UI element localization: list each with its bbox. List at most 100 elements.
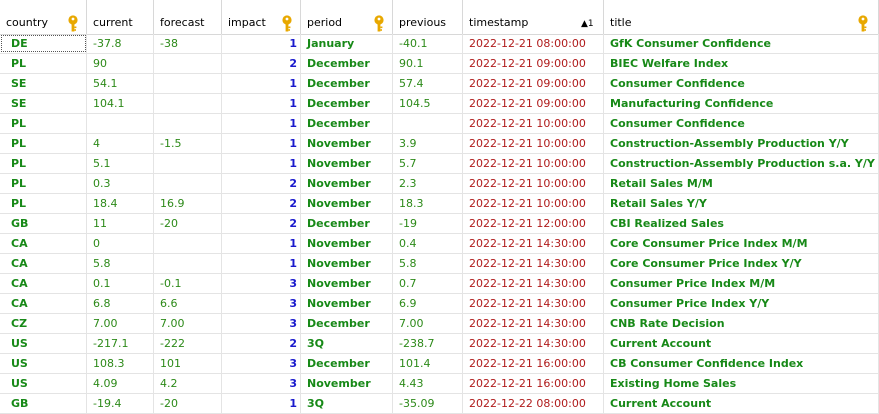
- cell-period[interactable]: December: [301, 94, 393, 113]
- table-row[interactable]: CA 6.8 6.6 3 November 6.9 2022-12-21 14:30:00 C…: [0, 294, 879, 314]
- cell-timestamp[interactable]: 2022-12-21 14:30:00: [463, 334, 604, 353]
- cell-current[interactable]: 7.00: [87, 314, 154, 333]
- cell-country[interactable]: US: [0, 334, 87, 353]
- cell-current[interactable]: 108.3: [87, 354, 154, 373]
- cell-title[interactable]: Consumer Price Index M/M: [604, 274, 879, 293]
- cell-period[interactable]: November: [301, 274, 393, 293]
- cell-impact[interactable]: 1: [222, 234, 301, 253]
- cell-impact[interactable]: 3: [222, 274, 301, 293]
- cell-title[interactable]: Manufacturing Confidence: [604, 94, 879, 113]
- table-row[interactable]: US -217.1 -222 2 3Q -238.7 2022-12-21 14:30:00…: [0, 334, 879, 354]
- cell-previous[interactable]: 7.00: [393, 314, 463, 333]
- cell-impact[interactable]: 1: [222, 114, 301, 133]
- cell-country[interactable]: CA: [0, 234, 87, 253]
- cell-forecast[interactable]: [154, 74, 222, 93]
- table-row[interactable]: PL 4 -1.5 1 November 3.9 2022-12-21 10:00:00 Co…: [0, 134, 879, 154]
- cell-period[interactable]: December: [301, 214, 393, 233]
- column-header-title[interactable]: title: [604, 0, 879, 34]
- cell-timestamp[interactable]: 2022-12-21 09:00:00: [463, 54, 604, 73]
- cell-period[interactable]: January: [301, 34, 393, 53]
- cell-title[interactable]: Consumer Confidence: [604, 114, 879, 133]
- cell-forecast[interactable]: 16.9: [154, 194, 222, 213]
- cell-current[interactable]: 54.1: [87, 74, 154, 93]
- table-row[interactable]: PL 18.4 16.9 2 November 18.3 2022-12-21 10:00:…: [0, 194, 879, 214]
- cell-impact[interactable]: 1: [222, 74, 301, 93]
- cell-forecast[interactable]: [154, 154, 222, 173]
- cell-previous[interactable]: 104.5: [393, 94, 463, 113]
- cell-title[interactable]: GfK Consumer Confidence: [604, 34, 879, 53]
- cell-current[interactable]: 11: [87, 214, 154, 233]
- cell-country[interactable]: PL: [0, 154, 87, 173]
- cell-impact[interactable]: 1: [222, 254, 301, 273]
- cell-timestamp[interactable]: 2022-12-21 16:00:00: [463, 354, 604, 373]
- cell-current[interactable]: 104.1: [87, 94, 154, 113]
- table-row[interactable]: PL 0.3 2 November 2.3 2022-12-21 10:00:00 Reta…: [0, 174, 879, 194]
- cell-title[interactable]: Construction-Assembly Production Y/Y: [604, 134, 879, 153]
- cell-forecast[interactable]: -1.5: [154, 134, 222, 153]
- cell-forecast[interactable]: -0.1: [154, 274, 222, 293]
- cell-period[interactable]: November: [301, 194, 393, 213]
- cell-forecast[interactable]: -222: [154, 334, 222, 353]
- column-header-previous[interactable]: previous: [393, 0, 463, 34]
- cell-title[interactable]: Current Account: [604, 334, 879, 353]
- cell-previous[interactable]: 5.7: [393, 154, 463, 173]
- cell-title[interactable]: BIEC Welfare Index: [604, 54, 879, 73]
- cell-impact[interactable]: 2: [222, 214, 301, 233]
- cell-timestamp[interactable]: 2022-12-21 16:00:00: [463, 374, 604, 393]
- cell-forecast[interactable]: [154, 174, 222, 193]
- cell-current[interactable]: 18.4: [87, 194, 154, 213]
- cell-country[interactable]: SE: [0, 94, 87, 113]
- cell-period[interactable]: November: [301, 154, 393, 173]
- cell-previous[interactable]: 0.7: [393, 274, 463, 293]
- cell-country[interactable]: DE: [0, 34, 87, 53]
- table-row[interactable]: CA 5.8 1 November 5.8 2022-12-21 14:30:00 Core…: [0, 254, 879, 274]
- cell-forecast[interactable]: -38: [154, 34, 222, 53]
- cell-country[interactable]: GB: [0, 394, 87, 413]
- cell-current[interactable]: 90: [87, 54, 154, 73]
- cell-period[interactable]: November: [301, 294, 393, 313]
- cell-forecast[interactable]: [154, 254, 222, 273]
- cell-previous[interactable]: 3.9: [393, 134, 463, 153]
- cell-timestamp[interactable]: 2022-12-21 10:00:00: [463, 174, 604, 193]
- cell-impact[interactable]: 1: [222, 34, 301, 53]
- cell-current[interactable]: -217.1: [87, 334, 154, 353]
- cell-impact[interactable]: 1: [222, 94, 301, 113]
- cell-period[interactable]: December: [301, 74, 393, 93]
- cell-current[interactable]: 0: [87, 234, 154, 253]
- cell-country[interactable]: PL: [0, 194, 87, 213]
- table-row[interactable]: US 108.3 101 3 December 101.4 2022-12-21 16:00…: [0, 354, 879, 374]
- cell-impact[interactable]: 1: [222, 154, 301, 173]
- cell-impact[interactable]: 2: [222, 194, 301, 213]
- cell-current[interactable]: -19.4: [87, 394, 154, 413]
- cell-previous[interactable]: -40.1: [393, 34, 463, 53]
- cell-title[interactable]: CB Consumer Confidence Index: [604, 354, 879, 373]
- cell-title[interactable]: Consumer Price Index Y/Y: [604, 294, 879, 313]
- cell-period[interactable]: 3Q: [301, 394, 393, 413]
- cell-timestamp[interactable]: 2022-12-21 14:30:00: [463, 234, 604, 253]
- cell-country[interactable]: PL: [0, 134, 87, 153]
- cell-previous[interactable]: -19: [393, 214, 463, 233]
- cell-current[interactable]: 0.1: [87, 274, 154, 293]
- cell-forecast[interactable]: [154, 54, 222, 73]
- table-row[interactable]: CA 0 1 November 0.4 2022-12-21 14:30:00 Core C…: [0, 234, 879, 254]
- cell-forecast[interactable]: [154, 94, 222, 113]
- cell-impact[interactable]: 2: [222, 174, 301, 193]
- cell-title[interactable]: Retail Sales Y/Y: [604, 194, 879, 213]
- cell-timestamp[interactable]: 2022-12-21 14:30:00: [463, 314, 604, 333]
- cell-previous[interactable]: 5.8: [393, 254, 463, 273]
- cell-timestamp[interactable]: 2022-12-21 08:00:00: [463, 34, 604, 53]
- cell-forecast[interactable]: [154, 234, 222, 253]
- cell-period[interactable]: November: [301, 374, 393, 393]
- cell-forecast[interactable]: 101: [154, 354, 222, 373]
- cell-period[interactable]: November: [301, 234, 393, 253]
- cell-period[interactable]: December: [301, 54, 393, 73]
- cell-current[interactable]: 0.3: [87, 174, 154, 193]
- cell-current[interactable]: 5.8: [87, 254, 154, 273]
- table-row[interactable]: DE -37.8 -38 1 January -40.1 2022-12-21 08:00:…: [0, 34, 879, 54]
- cell-country[interactable]: CA: [0, 294, 87, 313]
- cell-impact[interactable]: 1: [222, 394, 301, 413]
- cell-current[interactable]: 4: [87, 134, 154, 153]
- cell-previous[interactable]: -238.7: [393, 334, 463, 353]
- cell-country[interactable]: CZ: [0, 314, 87, 333]
- cell-impact[interactable]: 3: [222, 354, 301, 373]
